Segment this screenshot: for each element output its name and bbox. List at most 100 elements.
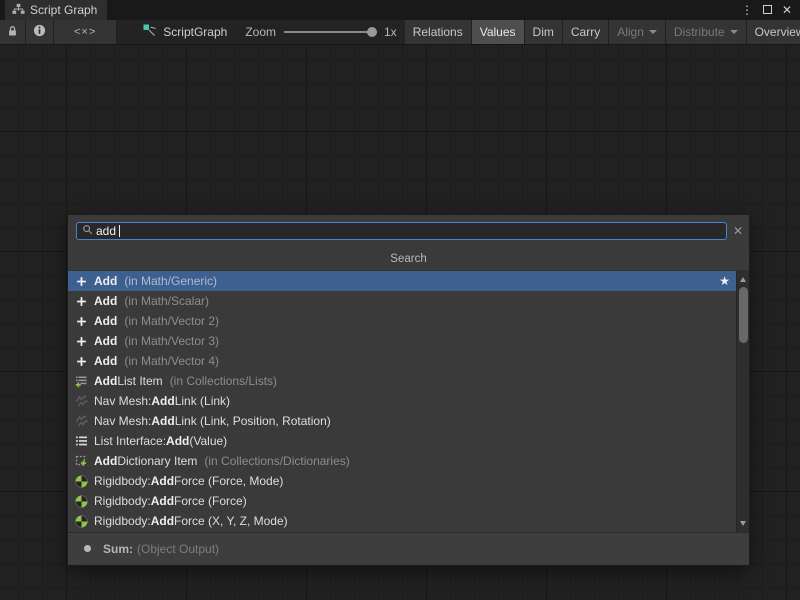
info-icon <box>33 24 46 40</box>
search-query-text: add <box>96 225 116 237</box>
vertical-scrollbar[interactable] <box>736 271 749 532</box>
finder-rows: Add(in Math/Generic)★Add(in Math/Scalar)… <box>68 271 736 531</box>
toolbar-gap <box>117 20 133 44</box>
footer-selected-detail: (Object Output) <box>137 542 219 556</box>
row-match-text: Add <box>94 374 117 388</box>
row-match-text: Add <box>94 454 117 468</box>
row-suffix: Link (Link, Position, Rotation) <box>175 414 331 428</box>
row-match-text: Add <box>94 274 117 288</box>
finder-row[interactable]: Rigidbody: Add Force (Force, Mode) <box>68 471 736 491</box>
zoom-label: Zoom <box>245 25 276 39</box>
plus-icon <box>74 275 88 288</box>
row-match-text: Add <box>151 414 174 428</box>
navmesh-icon <box>74 395 88 408</box>
row-prefix: Nav Mesh: <box>94 414 151 428</box>
finder-row[interactable]: Add(in Math/Vector 3) <box>68 331 736 351</box>
list-icon <box>74 435 88 448</box>
row-match-text: Add <box>151 494 174 508</box>
row-match-text: Add <box>94 314 117 328</box>
dim-button[interactable]: Dim <box>525 20 563 44</box>
align-dropdown[interactable]: Align <box>609 20 666 44</box>
row-suffix: (Value) <box>189 434 227 448</box>
finder-row[interactable]: Add(in Math/Generic)★ <box>68 271 736 291</box>
row-prefix: Rigidbody: <box>94 514 151 528</box>
row-category: (in Math/Vector 3) <box>124 334 219 348</box>
search-row: add ✕ <box>68 215 749 247</box>
distribute-dropdown[interactable]: Distribute <box>666 20 747 44</box>
values-button[interactable]: Values <box>472 20 525 44</box>
favorite-star-icon[interactable]: ★ <box>719 274 730 288</box>
row-match-text: Add <box>151 474 174 488</box>
finder-row[interactable]: Add (in Math/Scalar) <box>68 291 736 311</box>
lock-button[interactable] <box>0 20 26 44</box>
row-match-text: Add <box>94 294 117 308</box>
finder-row[interactable]: Rigidbody: Add Force (X, Y, Z, Mode) <box>68 511 736 531</box>
finder-row[interactable]: Add List Item(in Collections/Lists) <box>68 371 736 391</box>
menu-dots-icon[interactable]: ⋮ <box>741 4 753 16</box>
finder-results-list: Add(in Math/Generic)★Add(in Math/Scalar)… <box>68 271 749 532</box>
tab-script-graph[interactable]: Script Graph <box>5 0 107 20</box>
window-tab-bar: Script Graph ⋮ ✕ <box>0 0 800 20</box>
finder-footer: Sum: (Object Output) <box>68 532 749 564</box>
plus-icon <box>74 315 88 328</box>
relations-button[interactable]: Relations <box>405 20 472 44</box>
list-add-icon <box>74 375 88 388</box>
graph-hierarchy-icon <box>12 3 25 18</box>
align-label: Align <box>617 25 644 39</box>
row-category: (in Collections/Dictionaries) <box>204 454 349 468</box>
rigidbody-icon <box>74 495 88 508</box>
row-match-text: Add <box>166 434 189 448</box>
navmesh-icon <box>74 415 88 428</box>
scrollbar-thumb[interactable] <box>739 287 748 343</box>
overview-button[interactable]: Overview <box>747 20 800 44</box>
window-controls: ⋮ ✕ <box>741 0 800 20</box>
close-window-icon[interactable]: ✕ <box>782 4 792 16</box>
plus-icon <box>74 335 88 348</box>
finder-row[interactable]: List Interface: Add (Value) <box>68 431 736 451</box>
info-button[interactable] <box>26 20 54 44</box>
toolbar-right-group: Relations Values Dim Carry Align Distrib… <box>405 20 800 44</box>
search-input[interactable]: add <box>76 222 727 240</box>
finder-row[interactable]: Add Dictionary Item (in Collections/Dicti… <box>68 451 736 471</box>
graph-label: ScriptGraph <box>163 25 227 39</box>
finder-row[interactable]: Rigidbody: Add Force (Force) <box>68 491 736 511</box>
footer-selected-name: Sum: <box>103 542 133 556</box>
graph-breadcrumb[interactable]: ScriptGraph <box>133 20 237 44</box>
row-prefix: Rigidbody: <box>94 474 151 488</box>
zoom-slider[interactable] <box>284 31 376 33</box>
row-match-text: Add <box>94 354 117 368</box>
zoom-slider-handle[interactable] <box>367 27 377 37</box>
chevron-down-icon <box>730 30 738 34</box>
script-graph-node-icon <box>143 24 157 41</box>
row-match-text: Add <box>151 514 174 528</box>
plus-icon <box>74 295 88 308</box>
code-view-button[interactable]: <×> <box>54 20 117 44</box>
finder-row[interactable]: Nav Mesh: Add Link (Link) <box>68 391 736 411</box>
row-suffix: List Item <box>117 374 162 388</box>
row-suffix: Dictionary Item <box>117 454 197 468</box>
dict-add-icon <box>74 455 88 468</box>
finder-row[interactable]: Add (in Math/Vector 4) <box>68 351 736 371</box>
row-match-text: Add <box>151 394 174 408</box>
maximize-icon[interactable] <box>763 4 772 16</box>
search-icon <box>82 222 93 240</box>
scroll-up-icon[interactable] <box>740 277 746 282</box>
finder-row[interactable]: Add(in Math/Vector 2) <box>68 311 736 331</box>
scroll-down-icon[interactable] <box>740 521 746 526</box>
output-port-icon <box>84 545 91 552</box>
row-category: (in Math/Vector 4) <box>124 354 219 368</box>
row-category: (in Math/Scalar) <box>124 294 209 308</box>
tab-title: Script Graph <box>30 3 97 17</box>
code-view-icon: <×> <box>74 26 96 38</box>
text-caret <box>119 225 120 237</box>
zoom-value: 1x <box>384 25 397 39</box>
carry-button[interactable]: Carry <box>563 20 609 44</box>
close-finder-icon[interactable]: ✕ <box>733 222 743 240</box>
lock-icon <box>7 25 18 40</box>
row-prefix: Rigidbody: <box>94 494 151 508</box>
finder-row[interactable]: Nav Mesh: Add Link (Link, Position, Rota… <box>68 411 736 431</box>
row-suffix: Force (Force, Mode) <box>174 474 283 488</box>
row-suffix: Force (Force) <box>174 494 247 508</box>
row-suffix: Force (X, Y, Z, Mode) <box>174 514 288 528</box>
row-prefix: Nav Mesh: <box>94 394 151 408</box>
